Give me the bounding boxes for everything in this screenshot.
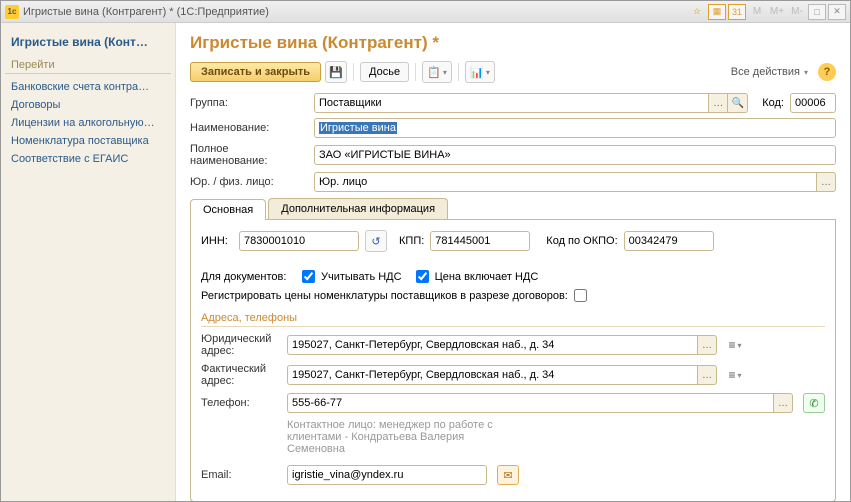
- window-title: Игристые вина (Контрагент) * (1С:Предпри…: [23, 6, 688, 18]
- sidebar-link-nomenclature[interactable]: Номенклатура поставщика: [5, 132, 171, 150]
- email-input[interactable]: [287, 465, 487, 485]
- kpp-label: КПП:: [399, 235, 424, 247]
- print-dropdown-button[interactable]: 📊: [465, 61, 495, 83]
- fullname-label: Полное наименование:: [190, 143, 308, 167]
- fullname-input[interactable]: [314, 145, 836, 165]
- tabs: Основная Дополнительная информация: [190, 198, 836, 220]
- inn-input[interactable]: [239, 231, 359, 251]
- reg-prices-label: Регистрировать цены номенклатуры поставщ…: [201, 290, 568, 302]
- ellipsis-icon[interactable]: …: [708, 93, 728, 113]
- sidebar-link-contracts[interactable]: Договоры: [5, 96, 171, 114]
- memory-m-button[interactable]: M: [748, 4, 766, 20]
- docs-label: Для документов:: [201, 271, 296, 283]
- ellipsis-icon[interactable]: …: [697, 335, 717, 355]
- fact-addr-input[interactable]: [287, 365, 697, 385]
- okpo-input[interactable]: [624, 231, 714, 251]
- maximize-button[interactable]: □: [808, 4, 826, 20]
- ellipsis-icon[interactable]: …: [816, 172, 836, 192]
- name-label: Наименование:: [190, 122, 308, 134]
- legal-addr-menu-icon[interactable]: ≡: [723, 335, 747, 355]
- dossier-button[interactable]: Досье: [360, 62, 409, 82]
- name-input[interactable]: Игристые вина: [314, 118, 836, 138]
- nds-account-label: Учитывать НДС: [321, 271, 402, 283]
- nds-include-label: Цена включает НДС: [435, 271, 539, 283]
- memory-mminus-button[interactable]: M-: [788, 4, 806, 20]
- phone-label: Телефон:: [201, 397, 281, 409]
- kpp-input[interactable]: [430, 231, 530, 251]
- reg-prices-checkbox[interactable]: [574, 289, 587, 302]
- call-icon[interactable]: ✆: [803, 393, 825, 413]
- legal-addr-label: Юридический адрес:: [201, 333, 281, 357]
- group-label: Группа:: [190, 97, 308, 109]
- all-actions-link[interactable]: Все действия: [731, 66, 808, 78]
- save-close-button[interactable]: Записать и закрыть: [190, 62, 321, 82]
- ellipsis-icon[interactable]: …: [697, 365, 717, 385]
- email-label: Email:: [201, 469, 281, 481]
- content-area: Игристые вина (Контрагент) * Записать и …: [176, 23, 850, 501]
- group-input[interactable]: [314, 93, 708, 113]
- type-label: Юр. / физ. лицо:: [190, 176, 308, 188]
- code-input[interactable]: [790, 93, 836, 113]
- report-dropdown-button[interactable]: 📋: [422, 61, 452, 83]
- sidebar: Игристые вина (Конт… Перейти Банковские …: [1, 23, 176, 501]
- all-actions-label: Все действия: [731, 66, 800, 78]
- okpo-label: Код по ОКПО:: [546, 235, 617, 247]
- page-title: Игристые вина (Контрагент) *: [190, 33, 836, 53]
- legal-addr-input[interactable]: [287, 335, 697, 355]
- tab-main[interactable]: Основная: [190, 199, 266, 220]
- section-addresses: Адреса, телефоны: [201, 312, 825, 327]
- contact-hint: Контактное лицо: менеджер по работе с кл…: [287, 419, 517, 455]
- separator: [353, 63, 354, 81]
- phone-input[interactable]: [287, 393, 773, 413]
- code-label: Код:: [762, 97, 784, 109]
- tab-content-main: ИНН: ↺ КПП: Код по ОКПО: Для документов:…: [190, 220, 836, 501]
- calendar-icon[interactable]: 31: [728, 4, 746, 20]
- refresh-icon[interactable]: ↺: [365, 230, 387, 252]
- close-button[interactable]: ✕: [828, 4, 846, 20]
- separator: [415, 63, 416, 81]
- favorite-icon[interactable]: ☆: [688, 4, 706, 20]
- nds-include-checkbox[interactable]: [416, 270, 429, 283]
- sidebar-link-bank[interactable]: Банковские счета контра…: [5, 78, 171, 96]
- app-icon: 1c: [5, 5, 19, 19]
- fact-addr-menu-icon[interactable]: ≡: [723, 365, 747, 385]
- separator: [458, 63, 459, 81]
- ellipsis-icon[interactable]: …: [773, 393, 793, 413]
- nds-account-checkbox[interactable]: [302, 270, 315, 283]
- fact-addr-label: Фактический адрес:: [201, 363, 281, 387]
- name-value-selected: Игристые вина: [319, 122, 397, 134]
- help-icon[interactable]: ?: [818, 63, 836, 81]
- sidebar-link-egais[interactable]: Соответствие с ЕГАИС: [5, 150, 171, 168]
- memory-mplus-button[interactable]: M+: [768, 4, 786, 20]
- sidebar-link-licenses[interactable]: Лицензии на алкогольную…: [5, 114, 171, 132]
- mail-icon[interactable]: ✉: [497, 465, 519, 485]
- type-input[interactable]: [314, 172, 816, 192]
- tab-extra[interactable]: Дополнительная информация: [268, 198, 448, 219]
- inn-label: ИНН:: [201, 235, 233, 247]
- calculator-icon[interactable]: ▦: [708, 4, 726, 20]
- search-icon[interactable]: 🔍: [728, 93, 748, 113]
- sidebar-heading: Перейти: [5, 53, 171, 74]
- toolbar: Записать и закрыть 💾 Досье 📋 📊 Все дейст…: [190, 61, 836, 83]
- sidebar-title: Игристые вина (Конт…: [5, 31, 171, 53]
- titlebar: 1c Игристые вина (Контрагент) * (1С:Пред…: [1, 1, 850, 23]
- save-icon-button[interactable]: 💾: [325, 61, 347, 83]
